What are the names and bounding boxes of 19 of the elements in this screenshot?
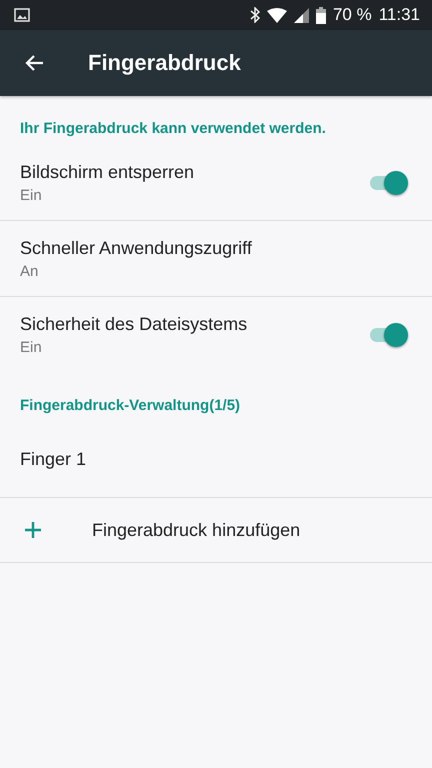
picture-notification-icon: [14, 8, 30, 22]
toggle-switch[interactable]: [368, 168, 408, 196]
screen-title: Fingerabdruck: [88, 50, 241, 76]
section-header: Ihr Fingerabdruck kann verwendet werden.: [19, 119, 327, 139]
clock: 11:31: [378, 5, 420, 25]
back-arrow-icon: [24, 54, 44, 72]
settings-row[interactable]: Bildschirm entsperren Ein: [0, 145, 432, 221]
bluetooth-icon: [250, 7, 260, 23]
signal-icon: [294, 8, 309, 22]
settings-row[interactable]: Schneller Anwendungszugriff An: [0, 221, 432, 297]
plus-icon: [24, 521, 42, 539]
battery-percentage: 70 %: [332, 5, 372, 25]
settings-row[interactable]: Fingerabdruck hinzufügen: [0, 498, 432, 563]
battery-icon: [316, 6, 326, 24]
settings-row[interactable]: Finger 1: [0, 422, 432, 498]
toggle-switch[interactable]: [368, 321, 408, 349]
wifi-icon: [266, 8, 287, 22]
settings-row[interactable]: Sicherheit des Dateisystems Ein: [0, 297, 432, 373]
section-header: Fingerabdruck-Verwaltung(1/5): [19, 396, 242, 416]
